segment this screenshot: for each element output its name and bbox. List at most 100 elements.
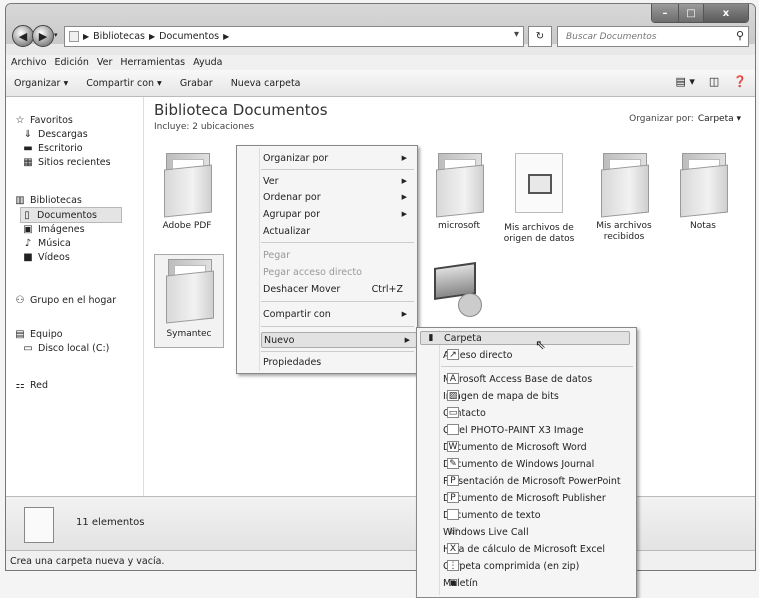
search-input[interactable] [564, 30, 728, 43]
breadcrumb-documentos[interactable]: Documentos [159, 31, 219, 42]
menu-ayuda[interactable]: Ayuda [193, 57, 222, 68]
new-word-item[interactable]: W Documento de Microsoft Word [443, 440, 587, 454]
chevron-right-icon[interactable]: ▶ [149, 32, 155, 41]
ctx-view[interactable]: Ver ▶ [263, 174, 413, 188]
folder-notes[interactable]: Notas [670, 153, 736, 232]
new-briefcase-item[interactable]: ▣ Maletín [443, 576, 478, 590]
new-powerpoint-item[interactable]: P Presentación de Microsoft PowerPoint [443, 474, 621, 488]
ctx-paste-shortcut: Pegar acceso directo [263, 266, 362, 278]
navigation-pane: ☆ Favoritos ⇓ Descargas ▬ Escritorio ▦ Sitio… [6, 97, 144, 496]
forward-button[interactable]: ▶ [32, 25, 54, 47]
remote-desktop-icon[interactable] [428, 262, 482, 317]
menu-herramientas[interactable]: Herramientas [120, 57, 185, 68]
organize-button[interactable]: Organizar ▾ [14, 78, 68, 89]
folder-data-sources[interactable]: Mis archivos de origen de datos [499, 153, 579, 245]
menu-archivo[interactable]: Archivo [11, 57, 47, 68]
address-bar[interactable]: ▶ Bibliotecas ▶ Documentos ▶ ▾ [64, 26, 524, 47]
details-pane: 11 elementos [6, 496, 755, 550]
status-text: Crea una carpeta nueva y vacía. [10, 555, 165, 567]
new-livecall-item[interactable]: ☏ Windows Live Call [443, 525, 529, 539]
address-dropdown-icon[interactable]: ▾ [514, 29, 519, 40]
window-controls: – □ x [651, 4, 749, 23]
status-bar: Crea una carpeta nueva y vacía. [6, 550, 755, 570]
new-zip-item[interactable]: ⋮ Carpeta comprimida (en zip) [443, 559, 579, 573]
hard-drive-icon: ▭ [23, 342, 33, 354]
item-count: 11 elementos [76, 517, 145, 528]
new-corel-item[interactable]: Corel PHOTO-PAINT X3 Image [443, 423, 584, 437]
folder-microsoft[interactable]: microsoft [426, 153, 492, 232]
nav-images[interactable]: ▣ Imágenes [22, 222, 84, 236]
back-button[interactable]: ◀ [12, 25, 34, 47]
menu-edicion[interactable]: Edición [55, 57, 89, 68]
breadcrumb-bibliotecas[interactable]: Bibliotecas [93, 31, 145, 42]
pictures-icon: ▣ [23, 223, 33, 235]
search-icon[interactable]: ⚲ [736, 29, 744, 42]
folder-icon [678, 153, 728, 218]
nav-videos[interactable]: ■ Vídeos [22, 250, 70, 264]
library-locations-link[interactable]: Incluye: 2 ubicaciones [154, 122, 254, 132]
new-text-item[interactable]: Documento de texto [443, 508, 541, 522]
nav-homegroup[interactable]: ⚇ Grupo en el hogar [14, 293, 117, 307]
new-excel-item[interactable]: X Hoja de cálculo de Microsoft Excel [443, 542, 605, 556]
new-bitmap-item[interactable]: ▨ Imagen de mapa de bits [443, 389, 559, 403]
search-box[interactable]: ⚲ [557, 26, 749, 47]
folder-icon [162, 153, 212, 218]
help-icon[interactable]: ❓ [733, 75, 747, 88]
nav-computer[interactable]: ▤ Equipo [14, 327, 62, 341]
new-contact-item[interactable]: ▭ Contacto [443, 406, 486, 420]
ctx-new[interactable]: Nuevo ▶ [261, 332, 417, 348]
access-database-icon: A [447, 373, 459, 384]
ctx-group-by[interactable]: Agrupar por ▶ [263, 207, 413, 221]
maximize-button[interactable]: □ [678, 4, 703, 22]
new-access-item[interactable]: A Microsoft Access Base de datos [443, 372, 592, 386]
nav-desktop[interactable]: ▬ Escritorio [22, 141, 82, 155]
view-options-icon[interactable]: ▤ ▾ [675, 75, 694, 88]
nav-network[interactable]: ⚏ Red [14, 378, 49, 392]
ctx-properties[interactable]: Propiedades [263, 355, 413, 369]
recent-pages-chevron-icon[interactable]: ▾ [54, 31, 58, 39]
nav-favorites[interactable]: ☆ Favoritos [14, 113, 73, 127]
folder-received[interactable]: Mis archivos recibidos [588, 153, 660, 243]
ctx-share-with[interactable]: Compartir con ▶ [263, 307, 413, 321]
excel-icon: X [447, 543, 459, 554]
submenu-arrow-icon: ▶ [401, 193, 407, 201]
folder-icon: ▮ [428, 333, 434, 343]
refresh-button[interactable]: ↻ [528, 26, 552, 47]
chevron-right-icon[interactable]: ▶ [83, 32, 89, 41]
briefcase-icon: ▣ [448, 577, 458, 588]
share-button[interactable]: Compartir con ▾ [86, 78, 162, 89]
document-icon: ▯ [24, 209, 30, 221]
ctx-sort-by[interactable]: Ordenar por ▶ [263, 190, 413, 204]
homegroup-icon: ⚇ [15, 294, 25, 306]
nav-documents[interactable]: ▯ Documentos [20, 207, 122, 223]
new-folder-item[interactable]: ▮ Carpeta [420, 331, 630, 345]
context-menu: Organizar por ▶ Ver ▶ Ordenar por ▶ Agrupar… [236, 145, 418, 374]
library-title: Biblioteca Documentos [154, 101, 328, 119]
arrange-by-dropdown[interactable]: Carpeta ▾ [698, 114, 741, 124]
data-source-icon [515, 153, 563, 213]
burn-button[interactable]: Grabar [180, 78, 213, 89]
nav-recent[interactable]: ▦ Sitios recientes [22, 155, 110, 169]
ctx-refresh[interactable]: Actualizar [263, 224, 413, 238]
new-shortcut-item[interactable]: ↗ Acceso directo [443, 348, 512, 362]
star-icon: ☆ [15, 114, 25, 126]
contact-icon: ▭ [447, 407, 459, 418]
nav-downloads[interactable]: ⇓ Descargas [22, 127, 88, 141]
nav-music[interactable]: ♪ Música [22, 236, 71, 250]
new-journal-item[interactable]: ✎ Documento de Windows Journal [443, 457, 594, 471]
menu-ver[interactable]: Ver [97, 57, 113, 68]
ctx-arrange-by[interactable]: Organizar por ▶ [263, 151, 413, 165]
new-folder-button[interactable]: Nueva carpeta [231, 78, 301, 89]
folder-symantec[interactable]: Symantec [154, 254, 224, 348]
ctx-undo-move[interactable]: Deshacer Mover Ctrl+Z [263, 282, 413, 296]
arrange-by: Organizar por: Carpeta ▾ [629, 114, 741, 124]
preview-pane-icon[interactable]: ◫ [709, 75, 719, 88]
chevron-right-icon[interactable]: ▶ [223, 32, 229, 41]
folder-adobe-pdf[interactable]: Adobe PDF [154, 153, 220, 232]
close-button[interactable]: x [703, 4, 748, 22]
nav-local-disk[interactable]: ▭ Disco local (C:) [22, 341, 109, 355]
computer-icon: ▤ [15, 328, 25, 340]
nav-libraries[interactable]: ▥ Bibliotecas [14, 193, 82, 207]
minimize-button[interactable]: – [652, 4, 678, 22]
new-publisher-item[interactable]: P Documento de Microsoft Publisher [443, 491, 606, 505]
